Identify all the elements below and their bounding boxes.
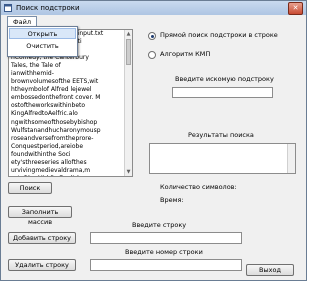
text-line: htheymbolof Alfred lejewel — [11, 86, 92, 94]
scroll-thumb[interactable] — [126, 39, 131, 65]
main-window: Поиск подстроки ✕ Файл F:\C#\Лабораторны… — [0, 0, 307, 281]
text-line: roseandversefromtheprore- — [11, 134, 94, 142]
text-area-scrollbar[interactable]: ▲ ▼ — [124, 30, 132, 176]
close-button[interactable]: ✕ — [288, 2, 303, 15]
text-line: urvivingmedievaldrama,m — [11, 166, 91, 174]
menu-item-open[interactable]: Открыть — [9, 28, 76, 39]
text-line: foundwithinthe Soci — [11, 150, 71, 158]
results-area[interactable] — [149, 143, 296, 174]
substring-input[interactable] — [172, 87, 273, 98]
fill-array-button[interactable]: Заполнить массив — [8, 206, 72, 226]
line-number-label: Введите номер строки — [125, 248, 203, 256]
radio-direct-search-label[interactable]: Прямой поиск подстроки в строке — [160, 31, 278, 40]
text-line: brownvolumesofthe EETS,wit — [11, 78, 99, 86]
text-line: KingAlfredtoAelfric.alo — [11, 110, 78, 118]
radio-kmp-label[interactable]: Алгоритм КМП — [160, 50, 210, 59]
text-line: ianwithhemid- — [11, 70, 54, 78]
results-label: Результаты поиска — [188, 131, 254, 139]
text-line: embossedonthefront cover. M — [11, 94, 101, 102]
text-line: ngwithsomeofthosebybishop — [11, 118, 98, 126]
substring-label: Введите искомую подстроку — [175, 75, 274, 83]
menu-item-clear[interactable]: Очистить — [9, 41, 76, 52]
delete-string-button[interactable]: Удалить строку — [8, 259, 76, 271]
scroll-down-icon[interactable]: ▼ — [126, 169, 131, 175]
radio-selected-dot — [150, 34, 154, 38]
char-count-label: Количество символов: — [160, 183, 237, 191]
line-number-input[interactable] — [90, 259, 242, 271]
close-icon: ✕ — [292, 4, 299, 12]
radio-direct-search[interactable] — [148, 32, 156, 40]
window-title: Поиск подстроки — [16, 4, 80, 12]
text-line: ety'sthreeseries allofthes — [11, 158, 87, 166]
title-bar: Поиск подстроки ✕ — [1, 1, 306, 15]
add-string-button[interactable]: Добавить строку — [8, 232, 76, 244]
scroll-up-icon[interactable]: ▲ — [126, 31, 131, 37]
text-line: Wulfstanandhucharonymousp — [11, 126, 101, 134]
text-line: ostofthe Middle Englishroma — [11, 175, 121, 176]
text-line: Tales, the Tale of — [11, 62, 61, 70]
text-line: ostoftheworkswithinbeto — [11, 102, 86, 110]
file-dropdown-menu: Открыть Очистить — [7, 26, 78, 57]
search-button[interactable]: Поиск — [8, 182, 52, 194]
app-icon — [4, 4, 12, 12]
time-label: Время: — [160, 196, 184, 204]
string-input[interactable] — [90, 232, 242, 244]
exit-button[interactable]: Выход — [246, 264, 294, 276]
text-line: Conquestperiod,areiobe — [11, 142, 84, 150]
results-scrollbar[interactable] — [287, 144, 295, 173]
radio-kmp[interactable] — [148, 51, 156, 59]
string-label: Введите строку — [132, 221, 187, 229]
